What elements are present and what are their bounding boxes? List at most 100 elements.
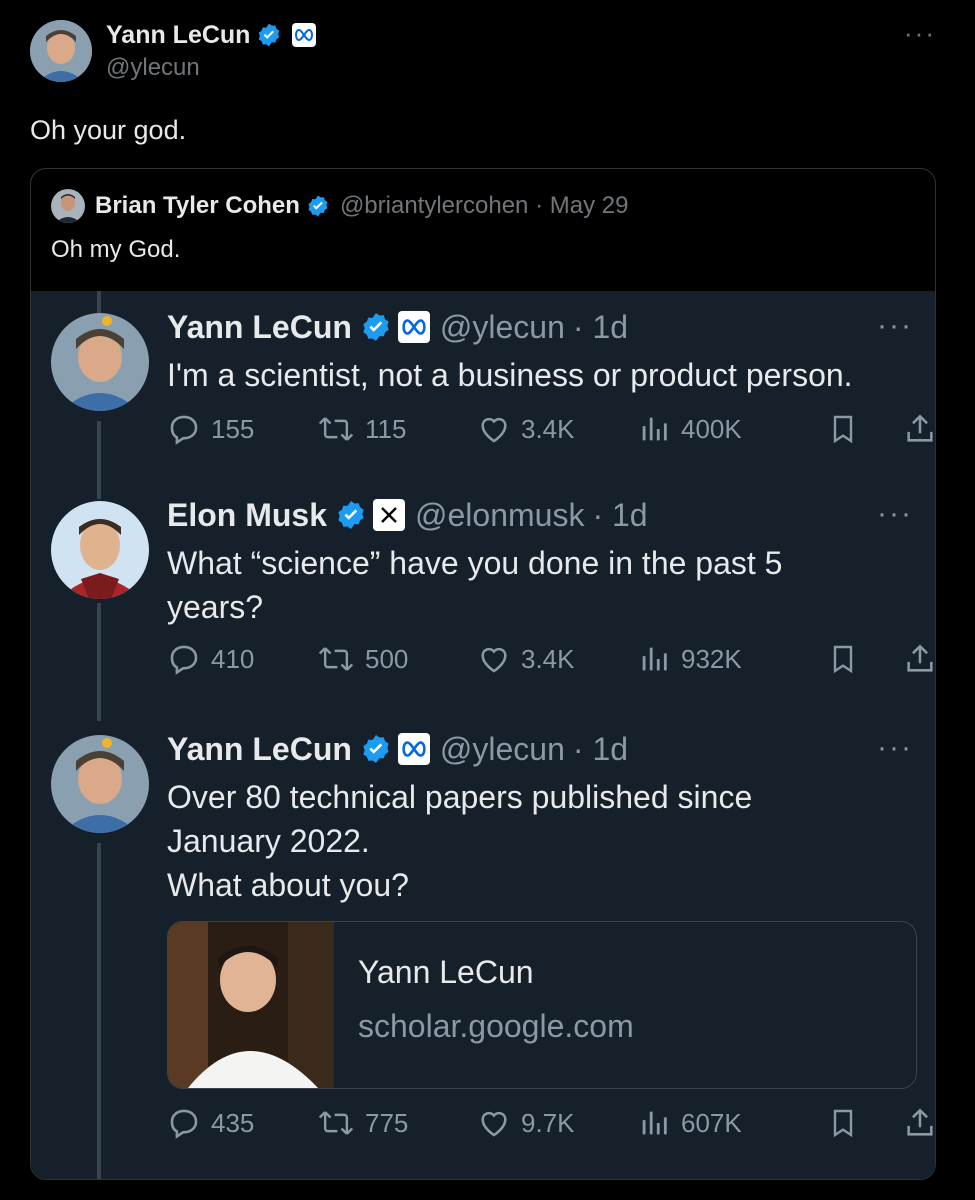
more-icon[interactable]: ··· — [877, 309, 913, 343]
like-button[interactable]: 9.7K — [477, 1103, 575, 1143]
tweet1-actions: 155 115 3.4K 400K — [167, 409, 933, 449]
tweet1-time[interactable]: · 1d — [573, 307, 628, 347]
tweet2-actions: 410 500 3.4K 932K — [167, 639, 933, 679]
share-button[interactable] — [903, 639, 935, 679]
tweet3-handle[interactable]: @ylecun — [440, 729, 565, 769]
quoted-author-name: Brian Tyler Cohen — [95, 192, 300, 219]
repost-button[interactable]: 500 — [317, 639, 408, 679]
main-author-avatar[interactable] — [30, 20, 92, 82]
reply-count: 435 — [211, 1107, 255, 1138]
quoted-header: Brian Tyler Cohen @briantylercohen · May… — [95, 191, 628, 221]
tweet2-text: What “science” have you done in the past… — [167, 545, 783, 625]
reply-count: 155 — [211, 413, 255, 444]
share-icon — [907, 414, 933, 442]
views-button[interactable]: 932K — [637, 639, 742, 679]
reply-icon — [170, 645, 198, 675]
bookmark-button[interactable] — [827, 1103, 869, 1143]
tweet3-time[interactable]: · 1d — [573, 729, 628, 769]
tweet1-author-name[interactable]: Yann LeCun — [167, 307, 352, 347]
views-button[interactable]: 607K — [637, 1103, 742, 1143]
quoted-author-avatar — [51, 189, 85, 223]
views-count: 400K — [681, 413, 742, 444]
more-icon[interactable]: ··· — [904, 18, 936, 49]
main-author-handle[interactable]: @ylecun — [106, 54, 200, 82]
repost-count: 115 — [365, 413, 407, 444]
repost-count: 775 — [365, 1107, 409, 1138]
verified-icon — [259, 23, 280, 47]
bookmark-icon — [833, 415, 853, 444]
tweet3-header: Yann LeCun @ylecun · 1d — [167, 729, 628, 769]
meta-logo-icon — [292, 23, 317, 47]
tweet1-handle[interactable]: @ylecun — [440, 307, 565, 347]
tweet3-text-line3: What about you? — [167, 867, 409, 903]
views-icon — [642, 417, 667, 441]
tweet3-author-name[interactable]: Yann LeCun — [167, 729, 352, 769]
reply-button[interactable]: 155 — [167, 409, 254, 449]
thread-line — [97, 291, 101, 313]
repost-icon — [318, 647, 354, 671]
views-icon — [642, 647, 667, 671]
bookmark-button[interactable] — [827, 639, 869, 679]
like-count: 9.7K — [521, 1107, 575, 1138]
tweet1-text: I'm a scientist, not a business or produ… — [167, 357, 853, 393]
like-button[interactable]: 3.4K — [477, 409, 575, 449]
share-icon — [907, 1108, 933, 1136]
share-icon — [907, 644, 933, 672]
like-icon — [481, 647, 507, 673]
reply-button[interactable]: 435 — [167, 1103, 254, 1143]
repost-count: 500 — [365, 643, 409, 674]
verified-icon — [308, 195, 328, 217]
more-icon[interactable]: ··· — [877, 497, 913, 531]
link-preview-card[interactable]: Yann LeCun scholar.google.com — [167, 921, 917, 1089]
quoted-post-card[interactable]: Brian Tyler Cohen @briantylercohen · May… — [30, 168, 936, 1180]
avatar-image — [30, 20, 92, 82]
like-button[interactable]: 3.4K — [477, 639, 575, 679]
main-author-name[interactable]: Yann LeCun — [106, 20, 250, 50]
repost-icon — [318, 1111, 354, 1135]
reply-icon — [170, 1109, 198, 1139]
tweet2-header: Elon Musk @elonmusk · 1d — [167, 495, 648, 535]
like-count: 3.4K — [521, 413, 575, 444]
tweet3-text-line2: January 2022. — [167, 823, 370, 859]
meta-logo-icon — [397, 311, 430, 343]
meta-logo-icon — [397, 733, 430, 765]
link-card-domain: scholar.google.com — [358, 1008, 634, 1044]
like-icon — [481, 1111, 507, 1137]
x-logo-icon — [373, 499, 406, 531]
tweet2-handle[interactable]: @elonmusk — [415, 495, 584, 535]
tweet2-time[interactable]: · 1d — [592, 495, 647, 535]
reply-button[interactable]: 410 — [167, 639, 254, 679]
tweet1-avatar[interactable] — [51, 313, 149, 411]
views-count: 607K — [681, 1107, 742, 1138]
bookmark-button[interactable] — [827, 409, 869, 449]
verified-icon — [363, 313, 389, 341]
like-count: 3.4K — [521, 643, 575, 674]
bookmark-icon — [833, 1109, 853, 1138]
views-button[interactable]: 400K — [637, 409, 742, 449]
bookmark-icon — [833, 645, 853, 674]
tweet3-avatar[interactable] — [51, 735, 149, 833]
repost-icon — [318, 417, 354, 441]
views-icon — [642, 1111, 667, 1135]
repost-button[interactable]: 115 — [317, 409, 406, 449]
share-button[interactable] — [903, 409, 935, 449]
thread-line — [97, 421, 101, 499]
link-preview-image — [168, 922, 334, 1088]
main-author-name-row[interactable]: Yann LeCun — [106, 20, 317, 50]
views-count: 932K — [681, 643, 742, 674]
main-post-text: Oh your god. — [30, 115, 187, 145]
more-icon[interactable]: ··· — [877, 731, 913, 765]
verified-icon — [338, 501, 364, 529]
tweet2-author-name[interactable]: Elon Musk — [167, 495, 327, 535]
tweet1-header: Yann LeCun @ylecun · 1d — [167, 307, 628, 347]
reply-count: 410 — [211, 643, 255, 674]
thread-line — [97, 843, 101, 1179]
reply-icon — [170, 415, 198, 445]
tweet2-avatar[interactable] — [51, 501, 149, 599]
link-card-title: Yann LeCun — [358, 954, 534, 990]
repost-button[interactable]: 775 — [317, 1103, 408, 1143]
quoted-handle-date: @briantylercohen · May 29 — [339, 192, 629, 219]
thread-screenshot: Yann LeCun @ylecun · 1d ··· I'm a scient… — [31, 291, 935, 1179]
share-button[interactable] — [903, 1103, 935, 1143]
quoted-post-text: Oh my God. — [51, 236, 181, 263]
